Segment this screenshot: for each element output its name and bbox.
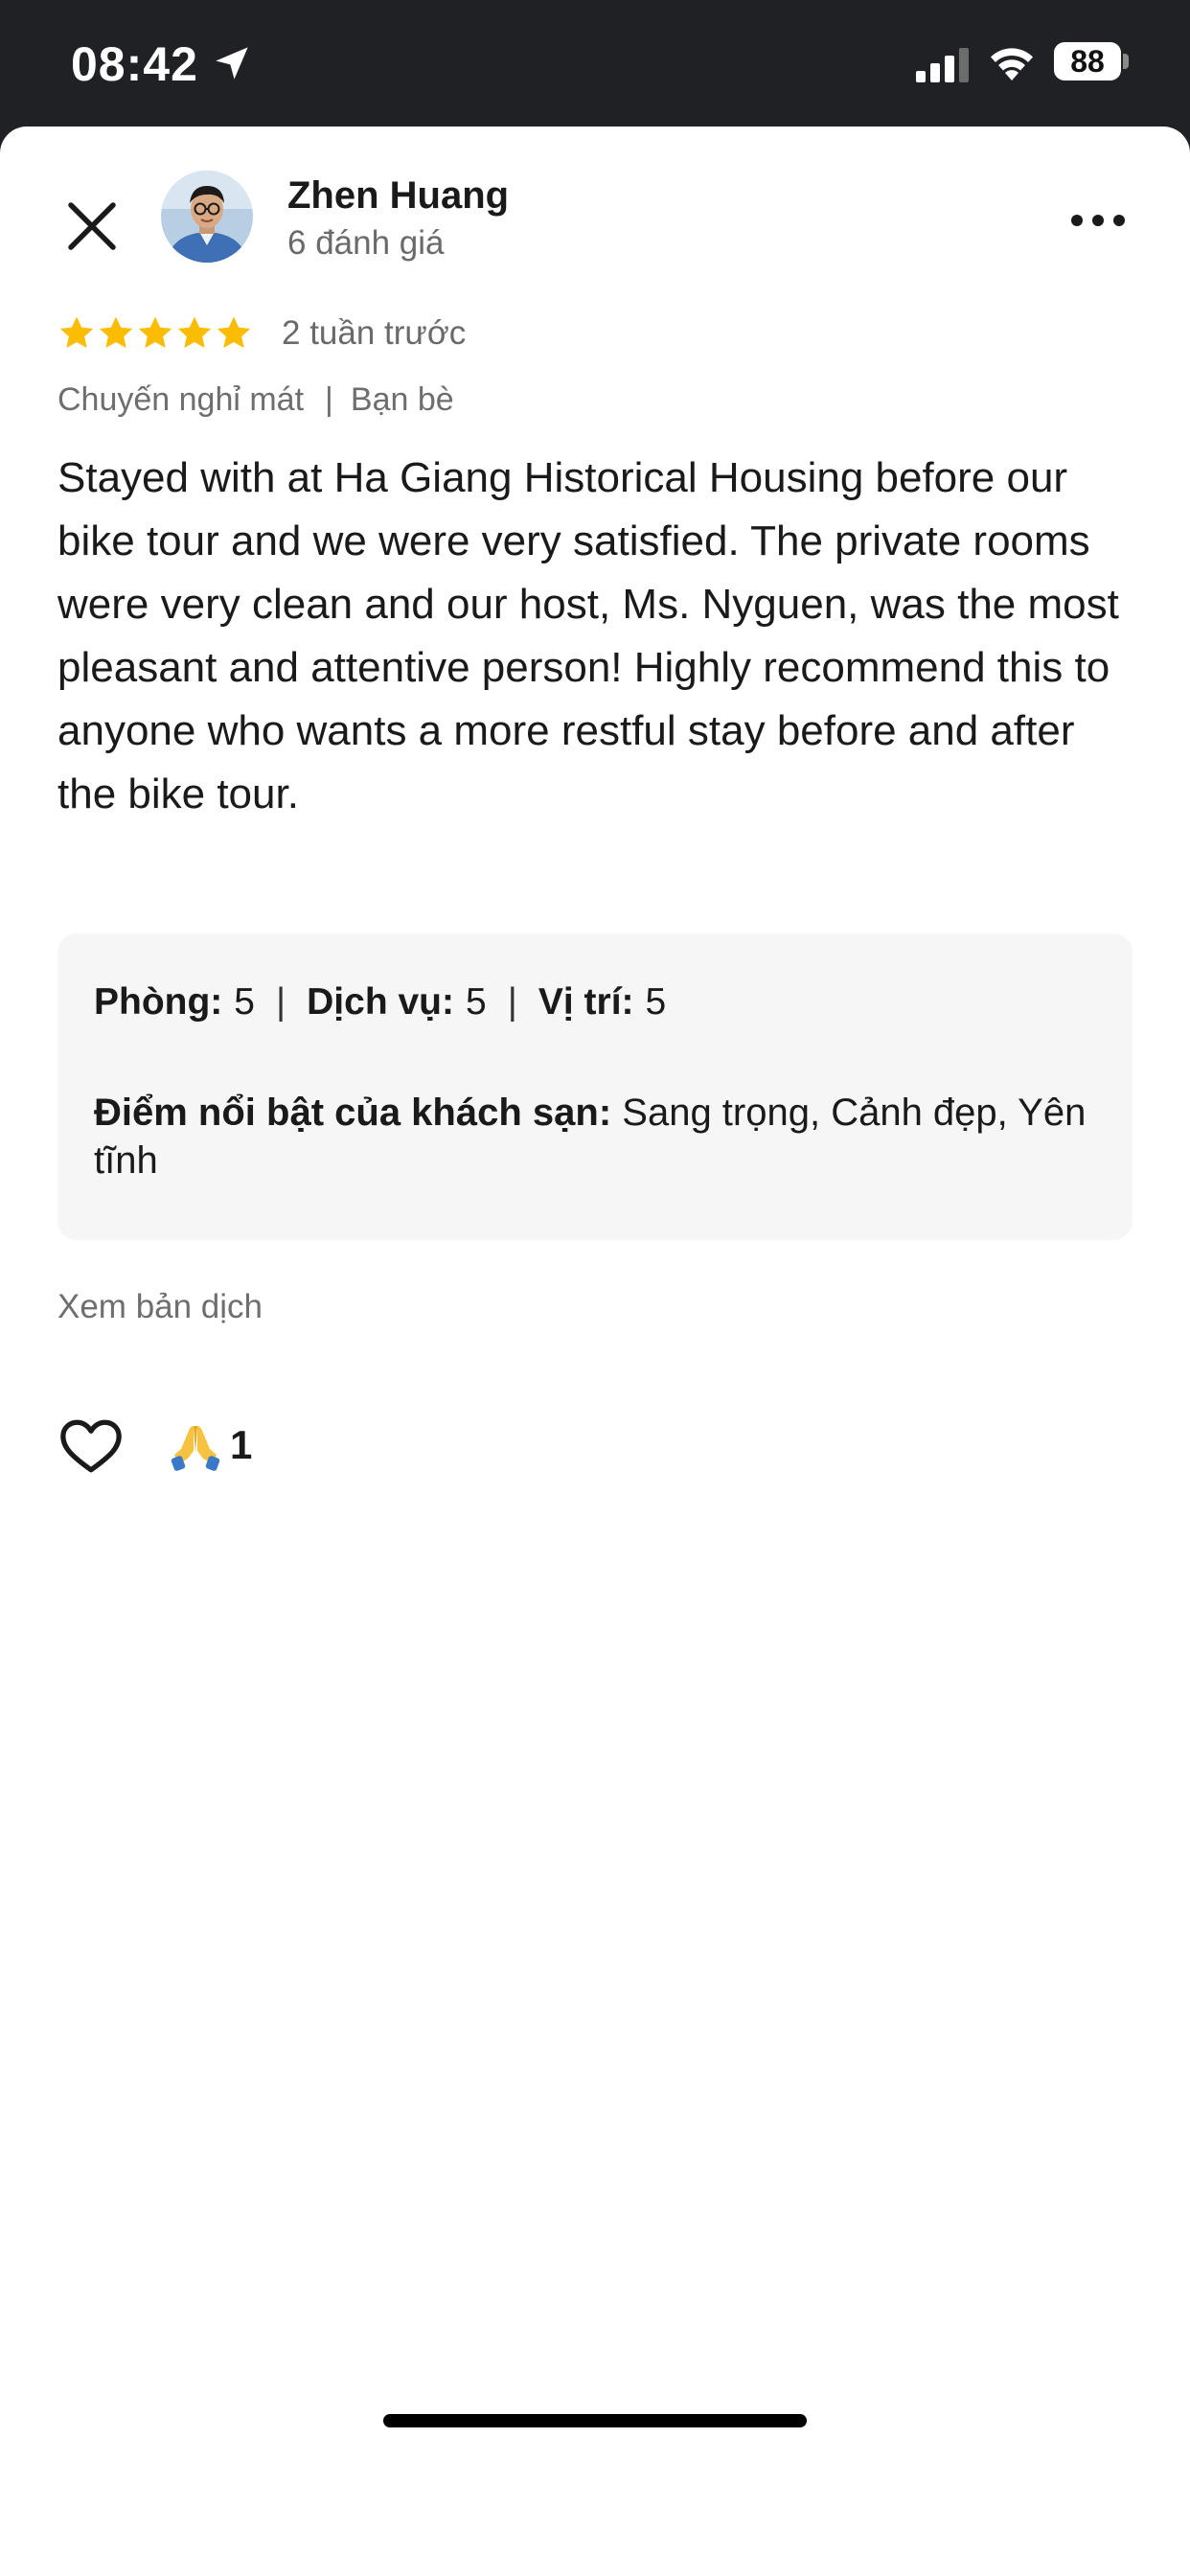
- location-score-label: Vị trí:: [538, 981, 634, 1023]
- scores-box: Phòng: 5 | Dịch vụ: 5 | Vị trí: 5 Điểm n…: [57, 933, 1133, 1240]
- star-icon: [59, 316, 94, 348]
- review-date: 2 tuần trước: [282, 314, 467, 352]
- wifi-icon: [991, 48, 1033, 80]
- location-arrow-icon: [216, 47, 248, 80]
- category-scores: Phòng: 5 | Dịch vụ: 5 | Vị trí: 5: [94, 981, 666, 1024]
- translate-link[interactable]: Xem bản dịch: [57, 1288, 263, 1326]
- star-icon: [177, 316, 212, 348]
- room-score-value: 5: [234, 981, 255, 1023]
- close-icon[interactable]: [57, 192, 126, 261]
- tag-divider: |: [325, 381, 333, 418]
- signal-icon: [916, 48, 969, 82]
- hotel-highlights: Điểm nổi bật của khách sạn: Sang trọng, …: [94, 1089, 1100, 1184]
- service-score-value: 5: [466, 981, 487, 1023]
- star-icon: [138, 316, 172, 348]
- star-icon: [99, 316, 133, 348]
- reviewer-name[interactable]: Zhen Huang: [287, 174, 509, 218]
- review-text: Stayed with at Ha Giang Historical Housi…: [57, 454, 1119, 817]
- battery-icon: 88: [1054, 42, 1121, 80]
- location-score-value: 5: [645, 981, 667, 1023]
- trip-type: Chuyến nghỉ mát: [57, 381, 305, 418]
- avatar[interactable]: [161, 171, 253, 263]
- star-icon: [217, 316, 251, 348]
- status-time: 08:42: [71, 37, 198, 91]
- more-options-icon[interactable]: [1062, 194, 1134, 247]
- status-bar: 08:42 88: [0, 0, 1190, 126]
- reaction-count: 1: [230, 1422, 253, 1467]
- rating-stars: [57, 314, 253, 356]
- heart-icon[interactable]: [57, 1413, 125, 1480]
- review-sheet: Zhen Huang 6 đánh giá 2 tuần trước Chuyế…: [0, 126, 1190, 2576]
- praying-hands-icon: [171, 1426, 220, 1471]
- reaction[interactable]: 1: [169, 1418, 252, 1472]
- score-divider: |: [276, 981, 286, 1023]
- score-divider: |: [507, 981, 517, 1023]
- battery-tip: [1123, 54, 1129, 69]
- highlights-label: Điểm nổi bật của khách sạn:: [94, 1092, 612, 1134]
- trip-tags: Chuyến nghỉ mát | Bạn bè: [57, 381, 454, 419]
- service-score-label: Dịch vụ:: [307, 981, 454, 1023]
- home-indicator[interactable]: [383, 2414, 807, 2427]
- traveler-type: Bạn bè: [350, 381, 454, 418]
- room-score-label: Phòng:: [94, 981, 223, 1023]
- review-count: 6 đánh giá: [287, 224, 445, 262]
